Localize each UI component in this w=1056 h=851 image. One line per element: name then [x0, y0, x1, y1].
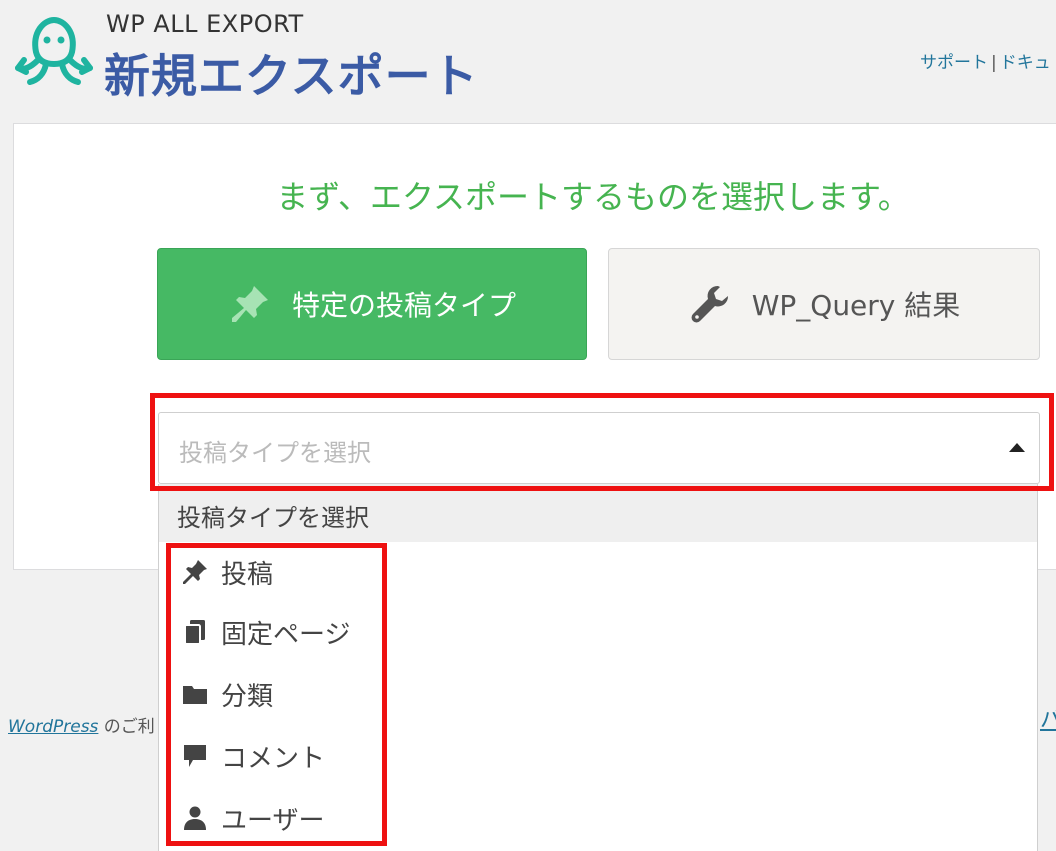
version-link[interactable]: バ — [1040, 702, 1056, 734]
caret-up-icon — [1009, 443, 1025, 452]
option-label: ユーザー — [221, 805, 325, 836]
comment-icon — [184, 745, 206, 767]
wp-query-label: WP_Query 結果 — [751, 289, 961, 322]
post-type-dropdown: 投稿タイプを選択 投稿 固定ページ 分類 コメント ユーザー — [158, 484, 1038, 851]
option-pages[interactable]: 固定ページ — [159, 608, 759, 656]
wrench-icon — [691, 285, 728, 323]
specific-post-type-button[interactable]: 特定の投稿タイプ — [157, 248, 587, 360]
specific-post-type-label: 特定の投稿タイプ — [291, 289, 516, 322]
dropdown-placeholder-option[interactable]: 投稿タイプを選択 — [159, 484, 1037, 542]
wp-query-button[interactable]: WP_Query 結果 — [608, 248, 1040, 360]
pages-icon — [184, 620, 205, 645]
wordpress-link[interactable]: WordPress — [8, 717, 98, 737]
documentation-link[interactable]: ドキュ — [1000, 53, 1051, 73]
option-label: 分類 — [221, 681, 274, 712]
option-comments[interactable]: コメント — [159, 732, 759, 780]
octopus-logo-icon — [15, 17, 93, 85]
user-icon — [184, 806, 206, 830]
dropdown-placeholder-label: 投稿タイプを選択 — [177, 504, 369, 532]
option-posts[interactable]: 投稿 — [159, 548, 759, 596]
folder-icon — [183, 686, 207, 704]
footer-text: のご利 — [98, 717, 155, 737]
support-link[interactable]: サポート — [920, 53, 988, 73]
option-label: 投稿 — [221, 559, 274, 590]
footer-credit: WordPress のご利 — [8, 712, 155, 737]
select-placeholder: 投稿タイプを選択 — [179, 439, 371, 467]
page-title: 新規エクスポート — [104, 49, 479, 103]
link-separator: | — [991, 53, 997, 73]
option-label: コメント — [221, 743, 326, 774]
option-label: 固定ページ — [221, 619, 351, 650]
option-users[interactable]: ユーザー — [159, 794, 759, 842]
post-type-select[interactable]: 投稿タイプを選択 — [158, 412, 1040, 484]
pushpin-icon — [183, 560, 207, 584]
option-taxonomies[interactable]: 分類 — [159, 670, 759, 718]
brand-subtitle: WP ALL EXPORT — [106, 10, 304, 38]
pushpin-icon — [231, 286, 268, 322]
export-heading: まず、エクスポートするものを選択します。 — [276, 178, 910, 216]
top-links: サポート | ドキュ — [920, 48, 1051, 73]
